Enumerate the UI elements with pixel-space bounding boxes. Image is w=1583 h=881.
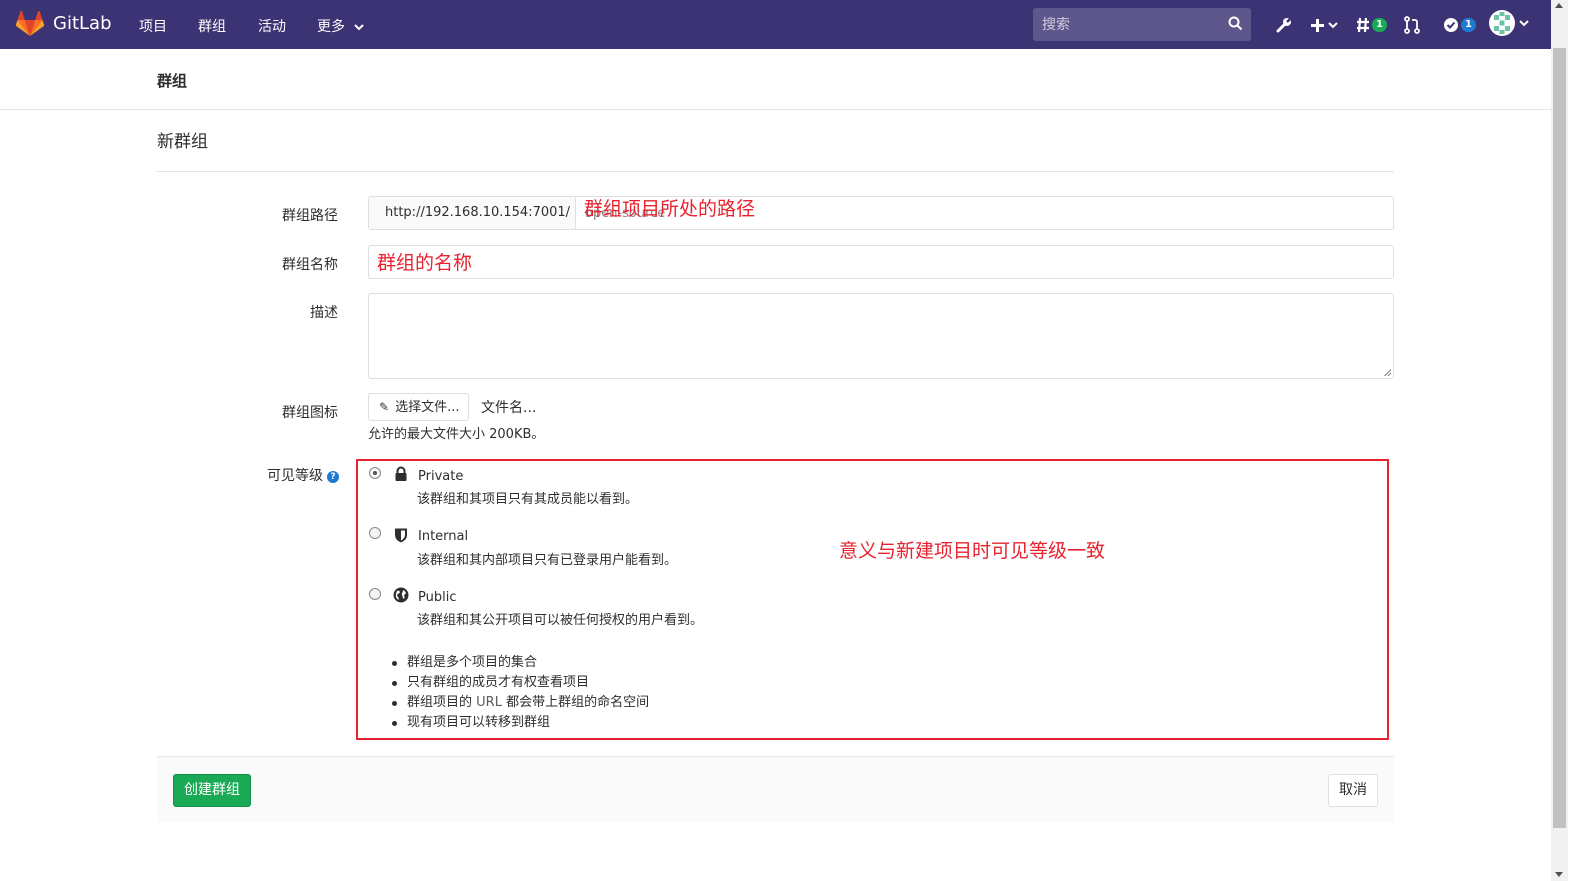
resize-handle-icon[interactable] [1384, 369, 1391, 376]
todos-button[interactable]: 1 [1443, 14, 1476, 36]
vertical-scrollbar[interactable] [1551, 0, 1568, 881]
shield-icon [395, 528, 407, 543]
issues-count-badge: 1 [1372, 18, 1387, 32]
group-notes-list: 群组是多个项目的集合 只有群组的成员才有权查看项目 群组项目的 URL 都会带上… [390, 653, 649, 733]
page-title: 新群组 [157, 132, 208, 152]
check-circle-icon [1444, 18, 1458, 32]
search-input[interactable] [1033, 8, 1223, 41]
group-name-field[interactable] [368, 245, 1394, 279]
visibility-label: 可见等级? [267, 465, 339, 485]
avatar [1489, 10, 1515, 36]
description-textarea[interactable] [368, 293, 1394, 379]
identicon-icon [1494, 12, 1510, 34]
visibility-public-title: Public [418, 590, 457, 605]
visibility-annotation: 意义与新建项目时可见等级一致 [839, 540, 1106, 562]
scroll-thumb[interactable] [1553, 48, 1566, 828]
url-word: URL [476, 695, 502, 710]
todos-count-badge: 1 [1461, 18, 1476, 32]
scroll-up-icon[interactable] [1555, 3, 1563, 8]
breadcrumb: 群组 [0, 49, 1551, 110]
brand-name[interactable]: GitLab [53, 13, 112, 34]
visibility-private-title: Private [418, 469, 464, 484]
nav-item-more-label: 更多 [317, 19, 345, 35]
plus-icon [1311, 18, 1324, 32]
list-item-text-tail: 都会带上群组的命名空间 [501, 695, 650, 710]
search-icon[interactable] [1228, 16, 1243, 31]
visibility-internal-desc: 该群组和其内部项目只有已登录用户能看到。 [417, 553, 678, 568]
create-group-button[interactable]: 创建群组 [173, 774, 251, 807]
list-item: 现有项目可以转移到群组 [390, 713, 649, 733]
group-path-prefix: http://192.168.10.154:7001/ [369, 197, 576, 229]
new-item-dropdown[interactable] [1310, 14, 1338, 36]
globe-icon [393, 587, 409, 603]
choose-file-label: 选择文件... [395, 400, 460, 415]
visibility-radio-private[interactable] [369, 467, 381, 479]
help-icon[interactable]: ? [327, 471, 339, 483]
cancel-button[interactable]: 取消 [1328, 774, 1378, 807]
scroll-down-icon[interactable] [1555, 872, 1563, 877]
title-divider [157, 171, 1394, 172]
visibility-label-text: 可见等级 [267, 468, 323, 484]
form-actions: 创建群组 取消 [157, 756, 1394, 822]
visibility-radio-public[interactable] [369, 588, 381, 600]
group-name-label: 群组名称 [282, 257, 338, 273]
window-edge [1568, 0, 1583, 881]
chevron-down-icon [1519, 19, 1529, 26]
user-menu[interactable] [1489, 10, 1529, 36]
gitlab-logo-icon[interactable] [16, 11, 44, 37]
lock-icon [395, 466, 407, 481]
file-size-hint: 允许的最大文件大小 200KB。 [368, 427, 545, 442]
group-avatar-label: 群组图标 [282, 405, 338, 421]
top-navbar: GitLab 项目 群组 活动 更多 1 [0, 0, 1551, 49]
description-label: 描述 [310, 305, 338, 321]
hash-icon [1357, 17, 1369, 33]
wrench-icon [1276, 17, 1292, 33]
choose-file-button[interactable]: ✎ 选择文件... [368, 393, 469, 421]
list-item: 只有群组的成员才有权查看项目 [390, 673, 649, 693]
admin-area-button[interactable] [1275, 14, 1293, 36]
paperclip-icon: ✎ [379, 400, 390, 414]
group-path-annotation: 群组项目所处的路径 [584, 198, 756, 220]
issues-button[interactable]: 1 [1356, 14, 1387, 36]
visibility-private-desc: 该群组和其项目只有其成员能以看到。 [417, 492, 639, 507]
list-item: 群组项目的 URL 都会带上群组的命名空间 [390, 693, 649, 713]
nav-item-groups[interactable]: 群组 [198, 16, 226, 36]
nav-item-more[interactable]: 更多 [317, 16, 365, 36]
group-name-annotation: 群组的名称 [377, 252, 473, 274]
merge-request-icon [1404, 16, 1420, 34]
group-path-label: 群组路径 [282, 208, 338, 224]
visibility-radio-internal[interactable] [369, 527, 381, 539]
group-path-field[interactable]: http://192.168.10.154:7001/ open-source [368, 196, 1394, 230]
file-name-text: 文件名... [481, 400, 537, 416]
search-box[interactable] [1033, 8, 1251, 41]
nav-item-projects[interactable]: 项目 [139, 16, 167, 36]
visibility-internal-title: Internal [418, 529, 469, 544]
list-item-text: 群组项目的 [407, 695, 477, 710]
list-item: 群组是多个项目的集合 [390, 653, 649, 673]
nav-item-activity[interactable]: 活动 [258, 16, 286, 36]
chevron-down-icon [354, 23, 365, 30]
chevron-down-icon [1328, 21, 1338, 28]
breadcrumb-groups[interactable]: 群组 [157, 70, 187, 91]
merge-requests-button[interactable] [1404, 14, 1420, 36]
visibility-public-desc: 该群组和其公开项目可以被任何授权的用户看到。 [417, 613, 704, 628]
